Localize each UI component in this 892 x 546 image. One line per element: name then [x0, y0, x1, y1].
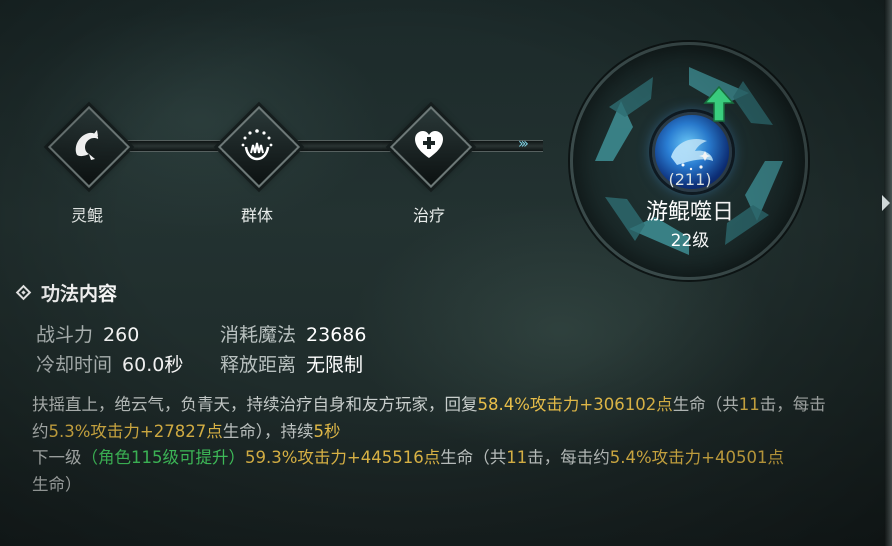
- chevron-right-icon: ›››: [518, 136, 529, 152]
- skill-description: 扶摇直上，绝云气，负青天，持续治疗自身和友方玩家，回复58.4%攻击力+3061…: [32, 395, 826, 494]
- heal-heart-icon: [415, 131, 443, 158]
- skill-level: 22级: [670, 231, 710, 251]
- path-node-label: 治疗: [412, 206, 445, 225]
- path-node-label: 灵鲲: [70, 206, 103, 225]
- stat-cooldown: 冷却时间 60.0秒: [36, 354, 184, 376]
- leaping-fish-icon: [75, 130, 99, 160]
- skill-name: 游鲲噬日: [645, 200, 734, 225]
- section-title: 功法内容: [14, 279, 117, 306]
- path-node-label: 群体: [240, 206, 273, 225]
- group-aura-icon: [241, 129, 273, 161]
- skill-count: (211): [668, 170, 712, 189]
- stat-mana: 消耗魔法 23686: [220, 324, 367, 346]
- skill-panel: { "colors": {"highlight": "#ecc24b", "un…: [0, 0, 892, 546]
- diamond-bullet-icon: [15, 284, 32, 301]
- path-node-spirit-fish[interactable]: [47, 105, 131, 189]
- stat-power: 战斗力 260: [36, 324, 140, 346]
- side-scrollbar[interactable]: [884, 0, 892, 546]
- path-node-group[interactable]: [217, 105, 301, 189]
- path-node-heal[interactable]: [389, 105, 473, 189]
- skill-path-rail: [88, 140, 543, 152]
- expand-arrow-icon[interactable]: [882, 195, 890, 211]
- up-arrow-icon: [703, 85, 735, 122]
- level-requirement: 角色115级可提升: [98, 448, 229, 467]
- next-level-label: 下一级: [32, 448, 82, 467]
- stat-range: 释放距离 无限制: [220, 354, 364, 376]
